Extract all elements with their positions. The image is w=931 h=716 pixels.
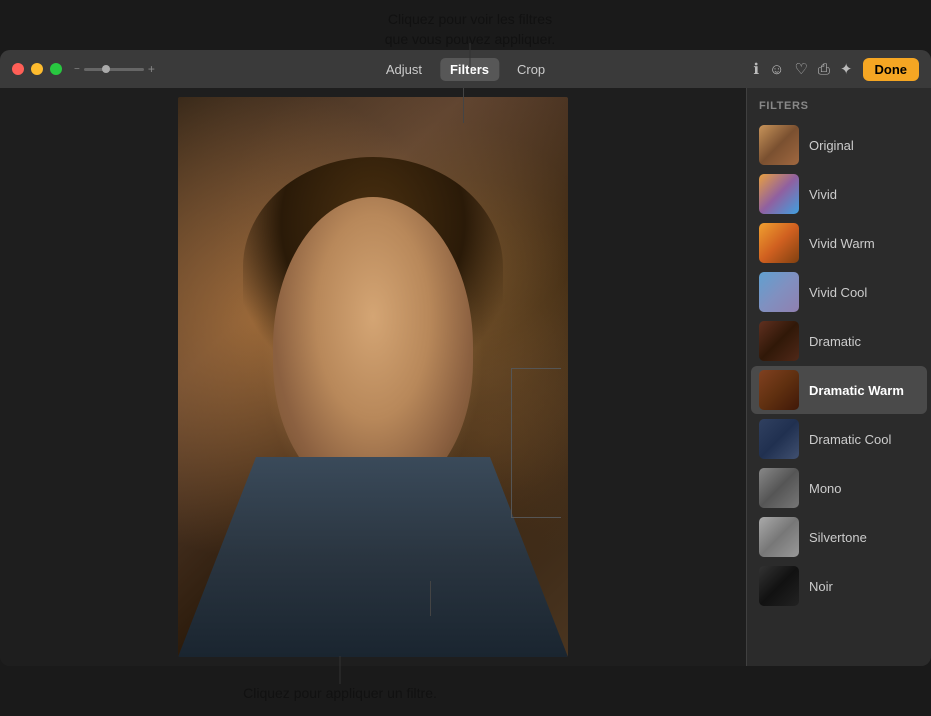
photo-face	[273, 197, 473, 497]
filter-thumb-original	[759, 125, 799, 165]
filter-thumb-dramatic-warm	[759, 370, 799, 410]
filter-item-vivid-warm[interactable]: Vivid Warm	[751, 219, 927, 267]
filter-thumb-silvertone	[759, 517, 799, 557]
filter-item-dramatic-warm[interactable]: Dramatic Warm	[751, 366, 927, 414]
filter-label-dramatic-warm: Dramatic Warm	[809, 383, 904, 398]
filter-label-original: Original	[809, 138, 854, 153]
filters-panel-title: FILTERS	[747, 100, 931, 120]
filter-thumb-noir	[759, 566, 799, 606]
filter-label-vivid-cool: Vivid Cool	[809, 285, 867, 300]
share-icon[interactable]: ⎙	[818, 61, 830, 78]
main-content: FILTERS Original Vivid Vivid Warm Vivid Coo…	[0, 88, 931, 666]
tooltip-top: Cliquez pour voir les filtres que vous p…	[330, 10, 610, 49]
tab-crop[interactable]: Crop	[507, 58, 555, 81]
filter-label-noir: Noir	[809, 579, 833, 594]
zoom-slider-area: − +	[74, 62, 155, 76]
zoom-out-icon: −	[74, 64, 80, 75]
magic-wand-icon[interactable]: ✦	[840, 60, 853, 78]
main-window: − + Adjust Filters Crop ℹ ☺ ♡ ⎙ ✦ Done	[0, 50, 931, 666]
smiley-icon[interactable]: ☺	[769, 61, 784, 78]
filter-label-mono: Mono	[809, 481, 842, 496]
zoom-in-icon: +	[148, 62, 155, 76]
filter-label-vivid-warm: Vivid Warm	[809, 236, 875, 251]
photo-area	[0, 88, 746, 666]
zoom-track[interactable]	[84, 68, 144, 71]
titlebar: − + Adjust Filters Crop ℹ ☺ ♡ ⎙ ✦ Done	[0, 50, 931, 88]
filter-thumb-dramatic	[759, 321, 799, 361]
filter-thumb-vivid-cool	[759, 272, 799, 312]
tab-adjust[interactable]: Adjust	[376, 58, 432, 81]
filter-item-mono[interactable]: Mono	[751, 464, 927, 512]
filter-label-dramatic: Dramatic	[809, 334, 861, 349]
filter-label-vivid: Vivid	[809, 187, 837, 202]
filter-item-original[interactable]: Original	[751, 121, 927, 169]
filter-thumb-vivid	[759, 174, 799, 214]
toolbar-right: ℹ ☺ ♡ ⎙ ✦ Done	[753, 58, 919, 81]
tooltip-top-arrow	[463, 88, 464, 123]
filter-thumb-dramatic-cool	[759, 419, 799, 459]
minimize-button[interactable]	[31, 63, 43, 75]
filter-thumb-vivid-warm	[759, 223, 799, 263]
filter-thumb-mono	[759, 468, 799, 508]
close-button[interactable]	[12, 63, 24, 75]
filter-label-silvertone: Silvertone	[809, 530, 867, 545]
filter-item-dramatic[interactable]: Dramatic	[751, 317, 927, 365]
info-icon[interactable]: ℹ	[753, 60, 759, 78]
filter-item-vivid[interactable]: Vivid	[751, 170, 927, 218]
filter-item-vivid-cool[interactable]: Vivid Cool	[751, 268, 927, 316]
filters-sidebar: FILTERS Original Vivid Vivid Warm Vivid Coo…	[746, 88, 931, 666]
zoom-thumb[interactable]	[102, 65, 110, 73]
done-button[interactable]: Done	[863, 58, 920, 81]
tooltip-top-text: Cliquez pour voir les filtres que vous p…	[385, 11, 555, 47]
filter-label-dramatic-cool: Dramatic Cool	[809, 432, 891, 447]
tooltip-bottom-arrow	[430, 581, 431, 616]
heart-icon[interactable]: ♡	[794, 60, 807, 78]
filter-list: Original Vivid Vivid Warm Vivid Cool Dramati…	[747, 120, 931, 611]
maximize-button[interactable]	[50, 63, 62, 75]
filter-item-dramatic-cool[interactable]: Dramatic Cool	[751, 415, 927, 463]
photo-background	[178, 97, 568, 657]
tooltip-bottom-text: Cliquez pour appliquer un filtre.	[243, 685, 437, 701]
traffic-lights	[12, 63, 62, 75]
tooltip-bottom: Cliquez pour appliquer un filtre.	[200, 684, 480, 704]
toolbar-tabs: Adjust Filters Crop	[376, 58, 555, 81]
filter-item-silvertone[interactable]: Silvertone	[751, 513, 927, 561]
photo-container	[178, 97, 568, 657]
filter-item-noir[interactable]: Noir	[751, 562, 927, 610]
